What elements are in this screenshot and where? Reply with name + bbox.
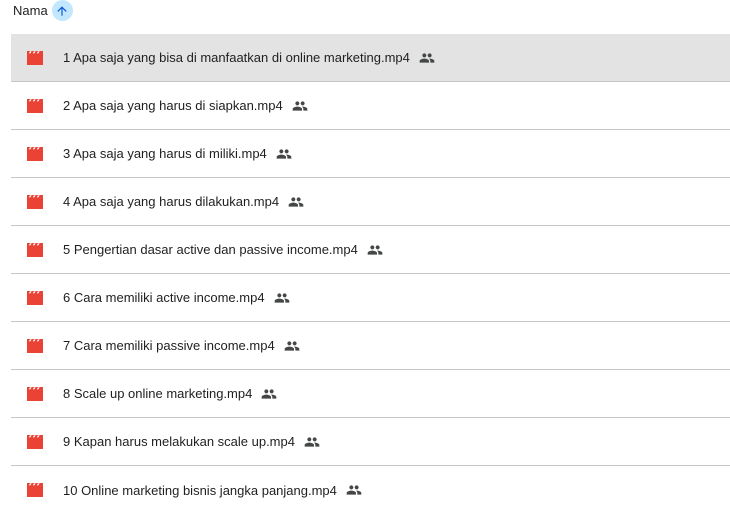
file-name[interactable]: 5 Pengertian dasar active dan passive in… — [63, 242, 358, 257]
people-icon — [276, 146, 292, 162]
file-name[interactable]: 6 Cara memiliki active income.mp4 — [63, 290, 265, 305]
file-name-cell: 2 Apa saja yang harus di siapkan.mp4 — [63, 98, 308, 114]
file-row[interactable]: 7 Cara memiliki passive income.mp4 — [11, 322, 730, 370]
arrow-upward-icon — [57, 5, 67, 16]
video-file-icon — [27, 483, 43, 497]
video-file-icon — [27, 434, 43, 449]
video-file-icon — [27, 50, 43, 65]
file-row[interactable]: 9 Kapan harus melakukan scale up.mp4 — [11, 418, 730, 466]
file-row[interactable]: 4 Apa saja yang harus dilakukan.mp4 — [11, 178, 730, 226]
file-name-cell: 10 Online marketing bisnis jangka panjan… — [63, 482, 362, 498]
video-file-icon — [27, 338, 43, 353]
file-row[interactable]: 1 Apa saja yang bisa di manfaatkan di on… — [11, 34, 730, 82]
file-row[interactable]: 2 Apa saja yang harus di siapkan.mp4 — [11, 82, 730, 130]
video-file-icon — [27, 386, 43, 401]
column-header: Nama — [13, 0, 73, 21]
people-icon — [292, 98, 308, 114]
people-icon — [274, 290, 290, 306]
file-name-cell: 1 Apa saja yang bisa di manfaatkan di on… — [63, 50, 435, 66]
file-list: 1 Apa saja yang bisa di manfaatkan di on… — [11, 34, 730, 514]
video-file-icon — [27, 98, 43, 113]
file-name-cell: 8 Scale up online marketing.mp4 — [63, 386, 277, 402]
file-name-cell: 9 Kapan harus melakukan scale up.mp4 — [63, 434, 320, 450]
people-icon — [367, 242, 383, 258]
file-name[interactable]: 8 Scale up online marketing.mp4 — [63, 386, 252, 401]
people-icon — [261, 386, 277, 402]
file-name-cell: 5 Pengertian dasar active dan passive in… — [63, 242, 383, 258]
file-name-cell: 3 Apa saja yang harus di miliki.mp4 — [63, 146, 292, 162]
file-row[interactable]: 10 Online marketing bisnis jangka panjan… — [11, 466, 730, 514]
file-name[interactable]: 7 Cara memiliki passive income.mp4 — [63, 338, 275, 353]
people-icon — [284, 338, 300, 354]
people-icon — [288, 194, 304, 210]
people-icon — [346, 482, 362, 498]
file-name[interactable]: 1 Apa saja yang bisa di manfaatkan di on… — [63, 50, 410, 65]
file-name[interactable]: 2 Apa saja yang harus di siapkan.mp4 — [63, 98, 283, 113]
file-name-cell: 7 Cara memiliki passive income.mp4 — [63, 338, 300, 354]
people-icon — [419, 50, 435, 66]
video-file-icon — [27, 290, 43, 305]
file-row[interactable]: 5 Pengertian dasar active dan passive in… — [11, 226, 730, 274]
video-file-icon — [27, 242, 43, 257]
file-row[interactable]: 3 Apa saja yang harus di miliki.mp4 — [11, 130, 730, 178]
file-name[interactable]: 3 Apa saja yang harus di miliki.mp4 — [63, 146, 267, 161]
people-icon — [304, 434, 320, 450]
file-name-cell: 4 Apa saja yang harus dilakukan.mp4 — [63, 194, 304, 210]
file-row[interactable]: 8 Scale up online marketing.mp4 — [11, 370, 730, 418]
file-row[interactable]: 6 Cara memiliki active income.mp4 — [11, 274, 730, 322]
file-name[interactable]: 10 Online marketing bisnis jangka panjan… — [63, 483, 337, 498]
video-file-icon — [27, 146, 43, 161]
sort-ascending-button[interactable] — [51, 0, 73, 21]
column-header-name[interactable]: Nama — [13, 3, 48, 18]
file-name-cell: 6 Cara memiliki active income.mp4 — [63, 290, 290, 306]
file-name[interactable]: 4 Apa saja yang harus dilakukan.mp4 — [63, 194, 279, 209]
video-file-icon — [27, 194, 43, 209]
file-name[interactable]: 9 Kapan harus melakukan scale up.mp4 — [63, 434, 295, 449]
